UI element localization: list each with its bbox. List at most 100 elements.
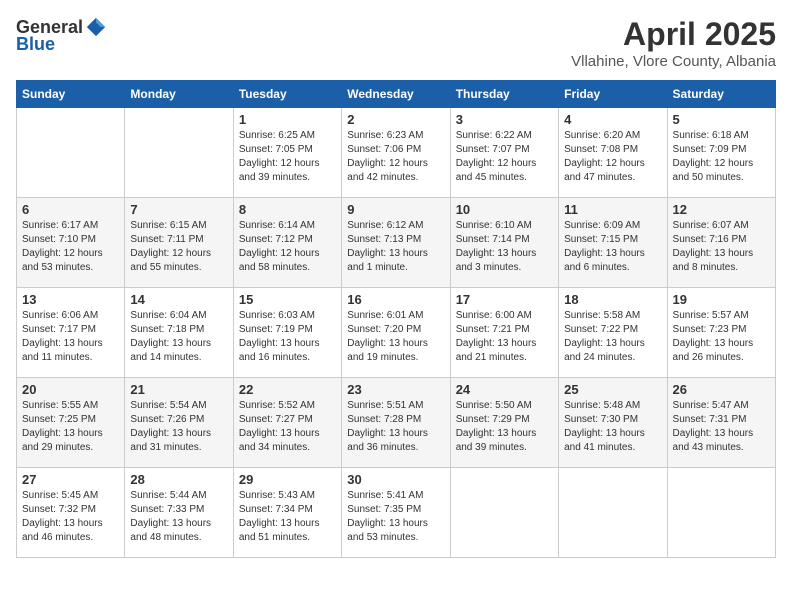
cell-info: Sunrise: 5:43 AMSunset: 7:34 PMDaylight:… (239, 489, 336, 545)
calendar-cell: 22 Sunrise: 5:52 AMSunset: 7:27 PMDayligh… (233, 378, 341, 468)
cell-info: Sunrise: 5:44 AMSunset: 7:33 PMDaylight:… (130, 489, 227, 545)
calendar-cell: 10Sunrise: 6:10 AMSunset: 7:14 PMDayligh… (450, 198, 558, 288)
month-title: April 2025 (571, 16, 776, 53)
calendar-cell: 1 Sunrise: 6:25 AMSunset: 7:05 PMDaylight… (233, 108, 341, 198)
day-number: 22 (239, 382, 336, 397)
cell-info: Sunrise: 6:20 AMSunset: 7:08 PMDaylight:… (564, 129, 661, 185)
day-number: 20 (22, 382, 119, 397)
calendar-cell: 2 Sunrise: 6:23 AMSunset: 7:06 PMDaylight… (342, 108, 450, 198)
cell-info: Sunrise: 6:12 AMSunset: 7:13 PMDaylight:… (347, 219, 444, 275)
day-number: 19 (673, 292, 770, 307)
day-number: 29 (239, 472, 336, 487)
calendar-cell: 23Sunrise: 5:51 AMSunset: 7:28 PMDayligh… (342, 378, 450, 468)
cell-info: Sunrise: 5:55 AMSunset: 7:25 PMDaylight:… (22, 399, 119, 455)
calendar-cell: 7Sunrise: 6:15 AMSunset: 7:11 PMDaylight… (125, 198, 233, 288)
day-number: 14 (130, 292, 227, 307)
calendar-cell: 5Sunrise: 6:18 AMSunset: 7:09 PMDaylight… (667, 108, 775, 198)
calendar-cell: 4 Sunrise: 6:20 AMSunset: 7:08 PMDaylight… (559, 108, 667, 198)
calendar-cell: 30 Sunrise: 5:41 AMSunset: 7:35 PMDayligh… (342, 468, 450, 558)
header-monday: Monday (125, 81, 233, 108)
cell-info: Sunrise: 6:22 AMSunset: 7:07 PMDaylight:… (456, 129, 553, 185)
calendar-cell: 12 Sunrise: 6:07 AMSunset: 7:16 PMDayligh… (667, 198, 775, 288)
title-area: April 2025 Vllahine, Vlore County, Alban… (571, 16, 776, 70)
day-number: 6 (22, 202, 119, 217)
cell-info: Sunrise: 6:04 AMSunset: 7:18 PMDaylight:… (130, 309, 227, 365)
day-number: 13 (22, 292, 119, 307)
calendar-week-row: 13 Sunrise: 6:06 AMSunset: 7:17 PMDayligh… (17, 288, 776, 378)
calendar-cell: 3Sunrise: 6:22 AMSunset: 7:07 PMDaylight… (450, 108, 558, 198)
calendar-cell: 25Sunrise: 5:48 AMSunset: 7:30 PMDayligh… (559, 378, 667, 468)
cell-info: Sunrise: 6:14 AMSunset: 7:12 PMDaylight:… (239, 219, 336, 275)
calendar-week-row: 20 Sunrise: 5:55 AMSunset: 7:25 PMDayligh… (17, 378, 776, 468)
cell-info: Sunrise: 6:01 AMSunset: 7:20 PMDaylight:… (347, 309, 444, 365)
header: General Blue April 2025 Vllahine, Vlore … (16, 16, 776, 70)
day-number: 28 (130, 472, 227, 487)
calendar-cell (450, 468, 558, 558)
cell-info: Sunrise: 5:54 AMSunset: 7:26 PMDaylight:… (130, 399, 227, 455)
day-number: 5 (673, 112, 770, 127)
calendar-cell: 21 Sunrise: 5:54 AMSunset: 7:26 PMDayligh… (125, 378, 233, 468)
calendar-cell: 26Sunrise: 5:47 AMSunset: 7:31 PMDayligh… (667, 378, 775, 468)
calendar-week-row: 27 Sunrise: 5:45 AMSunset: 7:32 PMDayligh… (17, 468, 776, 558)
day-number: 8 (239, 202, 336, 217)
calendar-cell: 11Sunrise: 6:09 AMSunset: 7:15 PMDayligh… (559, 198, 667, 288)
cell-info: Sunrise: 5:41 AMSunset: 7:35 PMDaylight:… (347, 489, 444, 545)
day-number: 1 (239, 112, 336, 127)
cell-info: Sunrise: 6:09 AMSunset: 7:15 PMDaylight:… (564, 219, 661, 275)
cell-info: Sunrise: 6:07 AMSunset: 7:16 PMDaylight:… (673, 219, 770, 275)
calendar-cell: 18Sunrise: 5:58 AMSunset: 7:22 PMDayligh… (559, 288, 667, 378)
day-number: 23 (347, 382, 444, 397)
day-number: 7 (130, 202, 227, 217)
logo: General Blue (16, 16, 107, 55)
cell-info: Sunrise: 6:10 AMSunset: 7:14 PMDaylight:… (456, 219, 553, 275)
header-thursday: Thursday (450, 81, 558, 108)
logo-icon (85, 16, 107, 38)
calendar-cell (17, 108, 125, 198)
day-number: 2 (347, 112, 444, 127)
cell-info: Sunrise: 6:03 AMSunset: 7:19 PMDaylight:… (239, 309, 336, 365)
cell-info: Sunrise: 5:45 AMSunset: 7:32 PMDaylight:… (22, 489, 119, 545)
cell-info: Sunrise: 6:17 AMSunset: 7:10 PMDaylight:… (22, 219, 119, 275)
day-number: 15 (239, 292, 336, 307)
cell-info: Sunrise: 6:25 AMSunset: 7:05 PMDaylight:… (239, 129, 336, 185)
day-number: 24 (456, 382, 553, 397)
day-number: 30 (347, 472, 444, 487)
day-number: 18 (564, 292, 661, 307)
calendar-cell: 24Sunrise: 5:50 AMSunset: 7:29 PMDayligh… (450, 378, 558, 468)
header-saturday: Saturday (667, 81, 775, 108)
calendar-cell: 9 Sunrise: 6:12 AMSunset: 7:13 PMDaylight… (342, 198, 450, 288)
calendar-cell: 13 Sunrise: 6:06 AMSunset: 7:17 PMDayligh… (17, 288, 125, 378)
cell-info: Sunrise: 6:00 AMSunset: 7:21 PMDaylight:… (456, 309, 553, 365)
day-number: 12 (673, 202, 770, 217)
calendar-cell: 17 Sunrise: 6:00 AMSunset: 7:21 PMDayligh… (450, 288, 558, 378)
day-number: 9 (347, 202, 444, 217)
cell-info: Sunrise: 5:52 AMSunset: 7:27 PMDaylight:… (239, 399, 336, 455)
calendar-cell: 6 Sunrise: 6:17 AMSunset: 7:10 PMDaylight… (17, 198, 125, 288)
day-number: 17 (456, 292, 553, 307)
cell-info: Sunrise: 6:23 AMSunset: 7:06 PMDaylight:… (347, 129, 444, 185)
day-number: 4 (564, 112, 661, 127)
cell-info: Sunrise: 5:57 AMSunset: 7:23 PMDaylight:… (673, 309, 770, 365)
calendar-cell: 28 Sunrise: 5:44 AMSunset: 7:33 PMDayligh… (125, 468, 233, 558)
cell-info: Sunrise: 5:48 AMSunset: 7:30 PMDaylight:… (564, 399, 661, 455)
location-subtitle: Vllahine, Vlore County, Albania (571, 53, 776, 70)
day-number: 27 (22, 472, 119, 487)
cell-info: Sunrise: 6:06 AMSunset: 7:17 PMDaylight:… (22, 309, 119, 365)
calendar-cell (559, 468, 667, 558)
calendar-cell: 16Sunrise: 6:01 AMSunset: 7:20 PMDayligh… (342, 288, 450, 378)
calendar-cell (667, 468, 775, 558)
calendar-week-row: 6 Sunrise: 6:17 AMSunset: 7:10 PMDaylight… (17, 198, 776, 288)
header-friday: Friday (559, 81, 667, 108)
calendar-cell: 8 Sunrise: 6:14 AMSunset: 7:12 PMDaylight… (233, 198, 341, 288)
calendar-cell: 27 Sunrise: 5:45 AMSunset: 7:32 PMDayligh… (17, 468, 125, 558)
logo-blue: Blue (16, 34, 55, 55)
calendar-cell: 15 Sunrise: 6:03 AMSunset: 7:19 PMDayligh… (233, 288, 341, 378)
day-number: 26 (673, 382, 770, 397)
calendar-header-row: Sunday Monday Tuesday Wednesday Thursday… (17, 81, 776, 108)
calendar-cell: 19 Sunrise: 5:57 AMSunset: 7:23 PMDayligh… (667, 288, 775, 378)
calendar-cell: 20 Sunrise: 5:55 AMSunset: 7:25 PMDayligh… (17, 378, 125, 468)
calendar-cell: 29 Sunrise: 5:43 AMSunset: 7:34 PMDayligh… (233, 468, 341, 558)
calendar-table: Sunday Monday Tuesday Wednesday Thursday… (16, 80, 776, 558)
day-number: 21 (130, 382, 227, 397)
calendar-cell (125, 108, 233, 198)
